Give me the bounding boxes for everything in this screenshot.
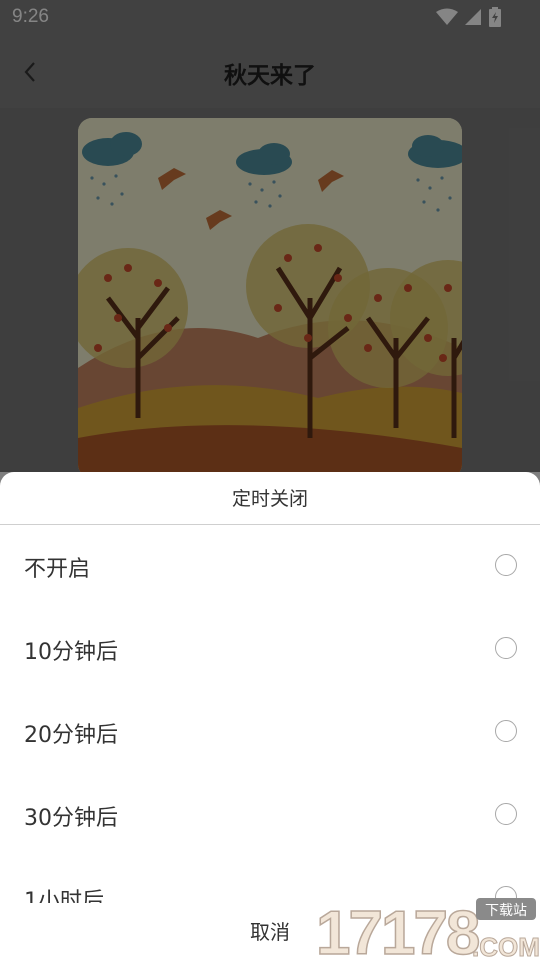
radio-button[interactable] [495, 637, 517, 659]
radio-button[interactable] [495, 554, 517, 576]
option-label: 20分钟后 [24, 723, 118, 748]
svg-text:.COM: .COM [472, 932, 540, 960]
svg-text:下载站: 下载站 [485, 903, 527, 919]
svg-text:17178: 17178 [316, 899, 479, 960]
option-label: 10分钟后 [24, 640, 118, 665]
timer-bottom-sheet: 定时关闭 不开启 10分钟后 20分钟后 30分钟后 1小时后 取消 [0, 472, 540, 960]
option-label: 30分钟后 [24, 806, 118, 831]
radio-button[interactable] [495, 720, 517, 742]
option-label: 1小时后 [24, 889, 104, 903]
radio-button[interactable] [495, 803, 517, 825]
timer-options-list: 不开启 10分钟后 20分钟后 30分钟后 1小时后 [0, 525, 540, 903]
option-off[interactable]: 不开启 [0, 525, 540, 608]
sheet-title: 定时关闭 [0, 472, 540, 525]
option-10min[interactable]: 10分钟后 [0, 608, 540, 691]
site-watermark-logo: 17178 下载站 .COM [315, 898, 540, 960]
option-30min[interactable]: 30分钟后 [0, 774, 540, 857]
option-label: 不开启 [24, 557, 91, 582]
option-20min[interactable]: 20分钟后 [0, 691, 540, 774]
